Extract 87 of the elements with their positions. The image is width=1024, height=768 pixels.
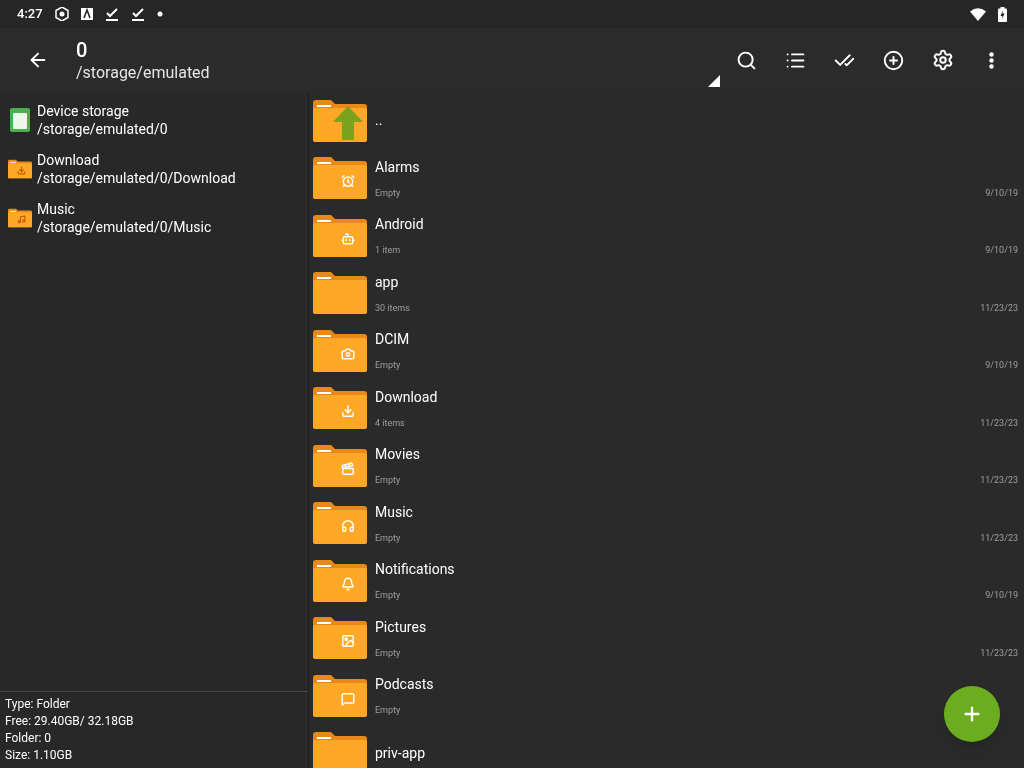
download-folder-icon [8, 158, 32, 179]
check-icon [130, 7, 145, 21]
file-detail: Empty [375, 359, 401, 372]
file-row[interactable]: .. [309, 92, 1024, 150]
file-date: 11/23/23 [980, 474, 1018, 487]
chat-folder-icon [313, 674, 367, 717]
clapper-folder-icon [313, 444, 367, 487]
file-name: .. [375, 111, 384, 131]
bookmark-item[interactable]: Download /storage/emulated/0/Download [0, 144, 308, 193]
file-detail: 30 items [375, 301, 410, 315]
file-name: Notifications [375, 560, 456, 579]
file-detail: 1 item [375, 244, 401, 257]
file-detail: Empty [375, 704, 401, 717]
folder-title: 0 [76, 37, 89, 63]
file-name: Android [375, 215, 425, 234]
file-row[interactable]: Pictures Empty 11/23/23 [309, 609, 1024, 667]
file-name: Music [375, 502, 414, 522]
corner-triangle-icon [708, 75, 720, 87]
file-row[interactable]: priv-app [309, 724, 1024, 768]
file-detail: Empty [375, 474, 401, 487]
file-row[interactable]: DCIM Empty 9/10/19 [309, 322, 1024, 380]
alarm-folder-icon [313, 157, 367, 200]
bookmark-name: Download [37, 150, 101, 169]
file-date: 9/10/19 [985, 359, 1018, 372]
file-date: 9/10/19 [985, 589, 1018, 602]
settings-icon [931, 49, 954, 71]
app-icon [80, 8, 93, 20]
file-row[interactable]: app 30 items 11/23/23 [309, 264, 1024, 322]
info-line: Free: 29.40GB/ 32.18GB [5, 713, 135, 730]
bookmark-item[interactable]: Device storage /storage/emulated/0 [0, 95, 308, 144]
search-icon [736, 49, 757, 71]
folder-up-icon [313, 99, 367, 142]
bookmark-item[interactable]: Music /storage/emulated/0/Music [0, 193, 308, 242]
clock: 4:27 [17, 5, 43, 24]
file-row[interactable]: Podcasts Empty [309, 667, 1024, 725]
folder-icon [313, 272, 367, 315]
file-name: Alarms [375, 157, 421, 177]
file-name: Movies [375, 445, 421, 464]
plus-circle-icon [883, 49, 904, 71]
battery-icon [998, 6, 1007, 22]
robot-folder-icon [313, 214, 367, 257]
camera-folder-icon [313, 329, 367, 372]
file-detail: Empty [375, 186, 401, 200]
file-date: 9/10/19 [985, 244, 1018, 257]
file-detail: 4 items [375, 416, 405, 430]
file-date: 11/23/23 [980, 416, 1018, 430]
music-folder-icon [8, 207, 32, 228]
headphones-folder-icon [313, 502, 367, 545]
bookmark-path: /storage/emulated/0/Music [37, 217, 212, 236]
file-detail: Empty [375, 589, 401, 602]
info-line: Type: Folder [5, 696, 71, 713]
file-detail: Empty [375, 531, 401, 545]
bookmark-path: /storage/emulated/0/Download [37, 168, 236, 187]
file-name: Podcasts [375, 675, 435, 694]
file-row[interactable]: Alarms Empty 9/10/19 [309, 149, 1024, 207]
file-row[interactable]: Notifications Empty 9/10/19 [309, 552, 1024, 610]
file-name: Download [375, 387, 439, 407]
image-folder-icon [313, 617, 367, 660]
file-date: 9/10/19 [985, 186, 1018, 200]
file-row[interactable]: Download 4 items 11/23/23 [309, 379, 1024, 437]
file-detail: Empty [375, 646, 401, 660]
file-row[interactable]: Android 1 item 9/10/19 [309, 207, 1024, 265]
file-name: DCIM [375, 330, 411, 349]
download-folder-icon [313, 387, 367, 430]
bell-folder-icon [313, 559, 367, 602]
wifi-icon [970, 7, 986, 21]
file-date: 11/23/23 [980, 646, 1018, 660]
file-date: 11/23/23 [980, 531, 1018, 545]
folder-path: /storage/emulated [76, 62, 210, 83]
info-line: Size: 1.10GB [5, 747, 74, 764]
bookmark-name: Device storage [37, 101, 130, 120]
bookmark-name: Music [37, 199, 76, 218]
add-fab[interactable] [944, 686, 1000, 742]
folder-icon [313, 732, 367, 768]
file-row[interactable]: Movies Empty 11/23/23 [309, 437, 1024, 495]
storage-icon [10, 107, 30, 132]
file-name: priv-app [375, 743, 426, 763]
file-date: 11/23/23 [980, 301, 1018, 315]
info-line: Folder: 0 [5, 730, 53, 747]
bookmark-path: /storage/emulated/0 [37, 119, 168, 138]
more-icon [989, 51, 994, 69]
file-row[interactable]: Music Empty 11/23/23 [309, 494, 1024, 552]
badge-icon [54, 7, 69, 21]
check-icon [104, 7, 119, 21]
file-name: Pictures [375, 617, 428, 637]
file-name: app [375, 272, 400, 292]
dot-icon [156, 11, 163, 17]
